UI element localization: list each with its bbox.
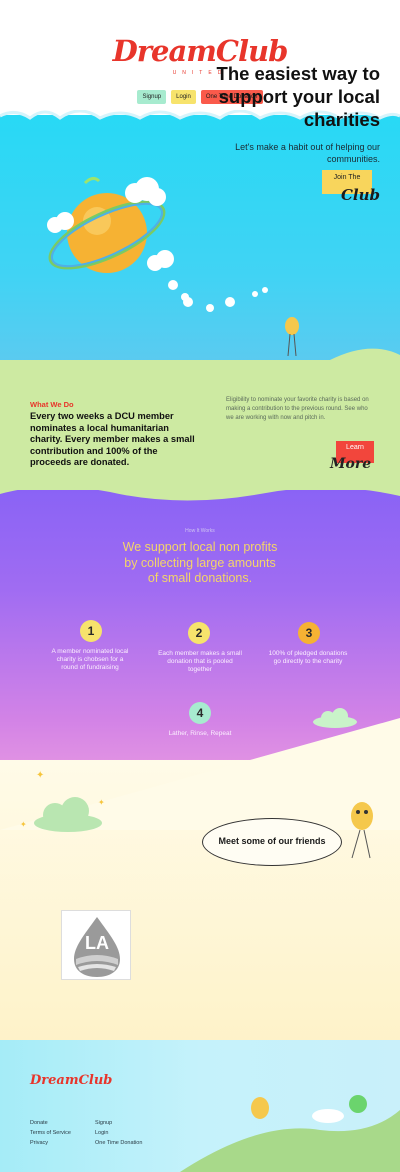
footer-link-privacy[interactable]: Privacy (30, 1140, 48, 1146)
footer-link-donation[interactable]: One Time Donation (95, 1140, 142, 1146)
footer-link-donate[interactable]: Donate (30, 1120, 48, 1126)
step-1-icon: 1 (80, 620, 102, 642)
signup-button[interactable]: Signup (137, 90, 167, 104)
step-3-icon: 3 (298, 622, 320, 644)
learn-label: Learn (346, 444, 364, 451)
footer-logo[interactable]: DreamClub (30, 1073, 112, 1088)
planet-illustration (47, 176, 189, 301)
how-it-works-title: We support local non profits by collecti… (122, 540, 278, 585)
join-club-script[interactable]: Club (341, 186, 380, 204)
friends-title: Meet some of our friends (218, 836, 326, 846)
page: DreamClub UNITED Signup Login One Time D… (0, 0, 400, 1172)
step-2-text: Each member makes a small donation that … (158, 650, 242, 673)
what-we-do-label: What We Do (30, 400, 74, 409)
footer-link-signup[interactable]: Signup (95, 1120, 112, 1126)
join-club-label: Join The (333, 174, 361, 181)
la-partner-icon: LA (74, 917, 120, 977)
partner-logo[interactable]: LA (61, 910, 131, 980)
green-cloud (34, 797, 102, 832)
how-it-works-label: How It Works (185, 528, 215, 534)
footer-link-login[interactable]: Login (95, 1130, 108, 1136)
floating-clouds (183, 287, 268, 312)
hero-title: The easiest way to support your local ch… (216, 63, 380, 130)
learn-more-script[interactable]: More (330, 456, 371, 472)
purple-wave (0, 478, 400, 501)
star-icon: ✦ (98, 798, 105, 807)
eligibility-text: Eligibility to nominate your favorite ch… (226, 397, 369, 421)
footer-hill (180, 1095, 400, 1172)
what-we-do-text: Every two weeks a DCU member nominates a… (30, 411, 195, 468)
partner-logo-text: LA (85, 933, 109, 953)
step-1-text: A member nominated local charity is chob… (51, 648, 129, 671)
footer-link-terms[interactable]: Terms of Service (30, 1130, 71, 1136)
friends-character (351, 802, 373, 859)
hero-subtitle: Let's make a habit out of helping our co… (235, 142, 380, 164)
star-icon: ✦ (36, 770, 45, 781)
step-3-text: 100% of pledged donations go directly to… (268, 650, 348, 665)
step-2-icon: 2 (188, 622, 210, 644)
star-icon: ✦ (20, 820, 27, 829)
